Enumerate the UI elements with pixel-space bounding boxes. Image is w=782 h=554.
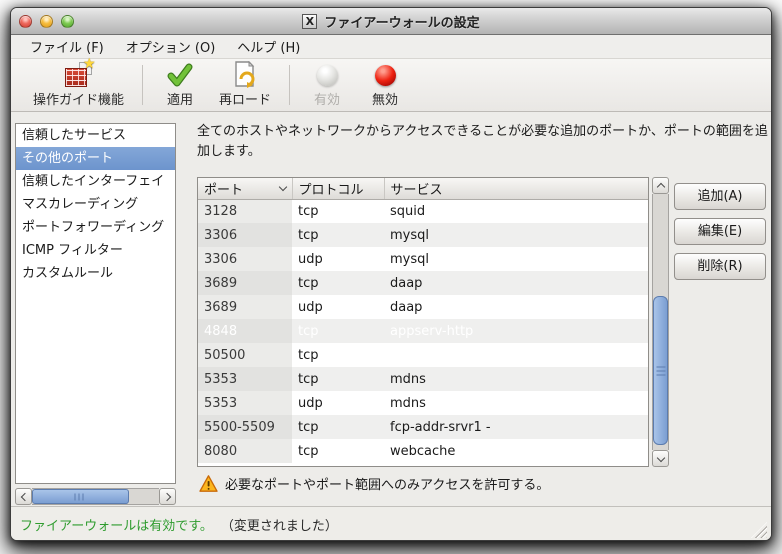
- toolbar-reload-label: 再ロード: [219, 89, 271, 108]
- table-row[interactable]: 3689udpdaap: [198, 295, 648, 319]
- scroll-down-icon[interactable]: [652, 450, 669, 467]
- toolbar-disable-button[interactable]: 無効: [356, 62, 414, 108]
- close-icon[interactable]: [19, 15, 32, 28]
- add-button[interactable]: 追加(A): [674, 183, 766, 210]
- table-row[interactable]: 5353tcpmdns: [198, 367, 648, 391]
- column-header-port[interactable]: ポート: [198, 178, 292, 199]
- window-title: ファイアーウォールの設定: [324, 12, 479, 31]
- titlebar[interactable]: ファイアーウォールの設定: [11, 8, 771, 35]
- table-row[interactable]: 3306udpmysql: [198, 247, 648, 271]
- sidebar-item-port-forwarding[interactable]: ポートフォワーディング: [16, 216, 175, 239]
- warning-triangle-icon: [199, 475, 218, 492]
- table-row[interactable]: 5500-5509tcpfcp-addr-srvr1 -: [198, 415, 648, 439]
- sidebar-item-icmp-filter[interactable]: ICMP フィルター: [16, 239, 175, 262]
- statusbar: ファイアーウォールは有効です。 （変更されました）: [11, 506, 771, 541]
- zoom-icon[interactable]: [61, 15, 74, 28]
- window-controls: [19, 15, 74, 28]
- scroll-up-icon[interactable]: [652, 177, 669, 194]
- table-row[interactable]: 3128tcpsquid: [198, 199, 648, 223]
- enable-gray-sphere-icon: [317, 62, 338, 88]
- firewall-status-text: ファイアーウォールは有効です。: [20, 515, 213, 534]
- scroll-left-icon[interactable]: [15, 488, 32, 505]
- sidebar-item-trusted-services[interactable]: 信頼したサービス: [16, 124, 175, 147]
- toolbar-enable-button: 有効: [298, 62, 356, 108]
- edit-button[interactable]: 編集(E): [674, 218, 766, 245]
- action-buttons: 追加(A) 編集(E) 削除(R): [674, 183, 766, 280]
- toolbar-disable-label: 無効: [372, 89, 398, 108]
- menubar: ファイル (F) オプション (O) ヘルプ (H): [11, 35, 771, 59]
- toolbar-separator: [142, 65, 143, 105]
- menu-help[interactable]: ヘルプ (H): [226, 35, 311, 58]
- scroll-right-icon[interactable]: [159, 488, 176, 505]
- warning-row: 必要なポートやポート範囲へのみアクセスを許可する。: [199, 474, 549, 493]
- sort-desc-chevron-icon: [278, 183, 286, 191]
- minimize-icon[interactable]: [40, 15, 53, 28]
- toolbar-apply-button[interactable]: 適用: [151, 62, 209, 108]
- sidebar-item-masquerading[interactable]: マスカレーディング: [16, 193, 175, 216]
- sidebar-category-list: 信頼したサービス その他のポート 信頼したインターフェイ マスカレーディング ポ…: [15, 123, 176, 484]
- toolbar-enable-label: 有効: [314, 89, 340, 108]
- scrollbar-track[interactable]: [32, 488, 159, 505]
- main-content: 信頼したサービス その他のポート 信頼したインターフェイ マスカレーディング ポ…: [11, 112, 771, 506]
- disable-red-sphere-icon: [375, 62, 396, 88]
- table-row[interactable]: 5353udpmdns: [198, 391, 648, 415]
- menu-file[interactable]: ファイル (F): [19, 35, 115, 58]
- apply-check-icon: [167, 62, 193, 88]
- toolbar-wizard-label: 操作ガイド機能: [33, 89, 124, 108]
- panel-description: 全てのホストやネットワークからアクセスできることが必要な追加のポートか、ポートの…: [197, 122, 769, 162]
- toolbar-reload-button[interactable]: 再ロード: [209, 62, 281, 108]
- table-row-selected[interactable]: 4848tcpappserv-http: [198, 319, 648, 343]
- toolbar-apply-label: 適用: [167, 89, 193, 108]
- toolbar: 操作ガイド機能 適用 再ロード: [11, 59, 771, 112]
- table-row[interactable]: 50500tcp: [198, 343, 648, 367]
- toolbar-separator: [289, 65, 290, 105]
- sidebar-item-other-ports[interactable]: その他のポート: [16, 147, 175, 170]
- toolbar-wizard-button[interactable]: 操作ガイド機能: [23, 62, 134, 108]
- column-header-service[interactable]: サービス: [384, 178, 648, 199]
- menu-options[interactable]: オプション (O): [115, 35, 227, 58]
- wizard-brick-star-icon: [63, 61, 95, 88]
- firewall-config-window: ファイアーウォールの設定 ファイル (F) オプション (O) ヘルプ (H) …: [10, 7, 772, 541]
- table-row[interactable]: 8080tcpwebcache: [198, 439, 648, 463]
- scrollbar-track[interactable]: [652, 194, 669, 450]
- scrollbar-thumb[interactable]: [653, 296, 668, 444]
- x11-app-icon: [302, 14, 317, 29]
- ports-table: ポート プロトコル サービス 3128tcpsquid 3306tcpmysql…: [197, 177, 649, 467]
- modified-text: （変更されました）: [221, 515, 338, 534]
- table-vertical-scrollbar[interactable]: [652, 177, 669, 467]
- remove-button[interactable]: 削除(R): [674, 253, 766, 280]
- sidebar-item-custom-rules[interactable]: カスタムルール: [16, 262, 175, 285]
- sidebar-item-trusted-interfaces[interactable]: 信頼したインターフェイ: [16, 170, 175, 193]
- warning-text: 必要なポートやポート範囲へのみアクセスを許可する。: [225, 474, 549, 493]
- table-row[interactable]: 3689tcpdaap: [198, 271, 648, 295]
- window-title-area: ファイアーウォールの設定: [302, 12, 479, 31]
- table-row[interactable]: 3306tcpmysql: [198, 223, 648, 247]
- scrollbar-thumb[interactable]: [32, 489, 129, 504]
- sidebar-horizontal-scrollbar[interactable]: [15, 488, 176, 505]
- column-header-protocol[interactable]: プロトコル: [292, 178, 384, 199]
- reload-page-icon: [232, 61, 258, 88]
- resize-grip[interactable]: [751, 522, 767, 538]
